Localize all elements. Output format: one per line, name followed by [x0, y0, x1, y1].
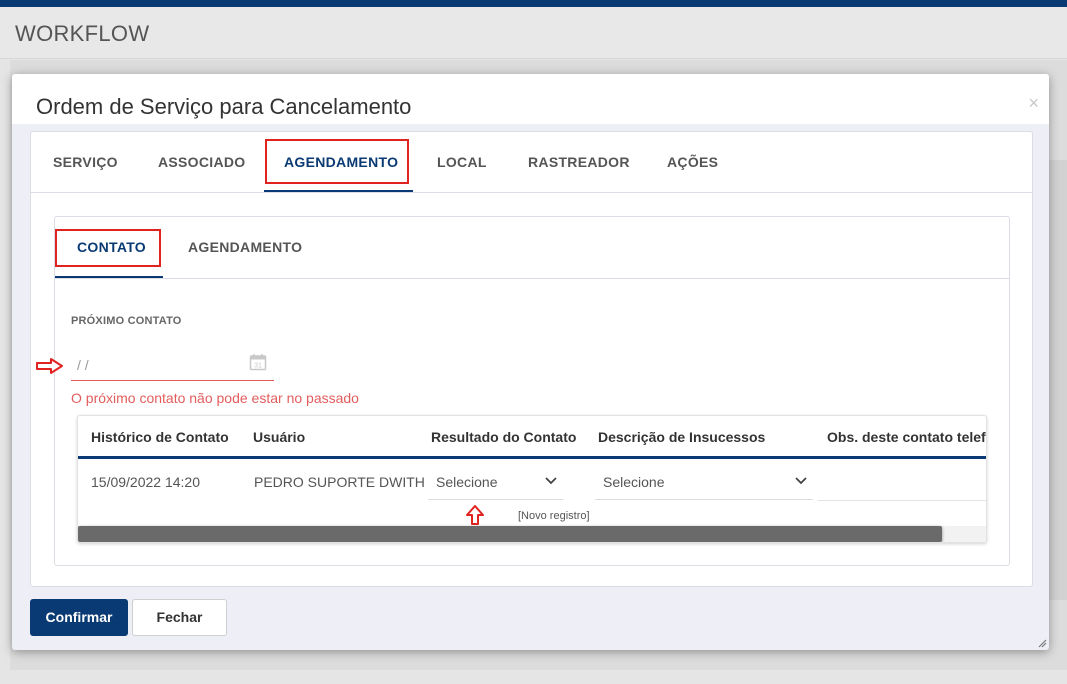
arrow-right-icon [36, 358, 63, 374]
chevron-down-icon [545, 477, 557, 485]
next-contact-date-input[interactable] [71, 350, 274, 381]
row-user: PEDRO SUPORTE DWITH [254, 474, 425, 490]
background-strip [1049, 160, 1067, 600]
column-header-obs: Obs. deste contato telef [827, 429, 986, 445]
confirm-button[interactable]: Confirmar [30, 599, 128, 636]
top-accent-bar [0, 0, 1067, 7]
main-tabs: SERVIÇO ASSOCIADO AGENDAMENTO LOCAL RAST… [31, 132, 1032, 193]
horizontal-scrollbar[interactable] [78, 526, 986, 542]
app-header: WORKFLOW [0, 7, 1067, 59]
highlight-box-contato [55, 229, 161, 267]
contact-history-table: Histórico de Contato Usuário Resultado d… [77, 415, 987, 543]
svg-text:31: 31 [254, 363, 262, 370]
result-select[interactable]: Selecione [428, 462, 563, 500]
calendar-icon[interactable]: 31 [249, 353, 267, 371]
new-record-link[interactable]: [Novo registro] [518, 510, 590, 522]
next-contact-label: PRÓXIMO CONTATO [71, 315, 182, 327]
tab-rastreador[interactable]: RASTREADOR [528, 154, 630, 170]
app-title: WORKFLOW [15, 21, 150, 46]
chevron-down-icon [795, 477, 807, 485]
failure-desc-select-value: Selecione [603, 474, 665, 490]
result-select-value: Selecione [436, 474, 498, 490]
cancellation-modal: Ordem de Serviço para Cancelamento × SER… [12, 74, 1049, 650]
close-icon[interactable]: × [1028, 94, 1039, 112]
failure-desc-select[interactable]: Selecione [595, 462, 813, 500]
arrow-up-icon [466, 505, 484, 525]
obs-cell-divider [818, 500, 986, 501]
row-date: 15/09/2022 14:20 [91, 474, 200, 490]
modal-title: Ordem de Serviço para Cancelamento [36, 94, 412, 119]
subtab-agendamento[interactable]: AGENDAMENTO [188, 239, 302, 255]
column-header-failure-desc: Descrição de Insucessos [598, 429, 766, 445]
column-header-result: Resultado do Contato [431, 429, 577, 445]
close-button[interactable]: Fechar [132, 599, 227, 636]
modal-header: Ordem de Serviço para Cancelamento × [12, 74, 1049, 124]
sub-tabs: CONTATO AGENDAMENTO [55, 217, 1009, 279]
tab-servico[interactable]: SERVIÇO [53, 154, 118, 170]
scrollbar-thumb[interactable] [78, 526, 942, 542]
tab-acoes[interactable]: AÇÕES [667, 154, 718, 170]
active-tab-underline [264, 190, 413, 192]
outer-card: SERVIÇO ASSOCIADO AGENDAMENTO LOCAL RAST… [30, 131, 1033, 587]
contact-card: CONTATO AGENDAMENTO PRÓXIMO CONTATO 31 O… [36, 216, 1010, 566]
tab-associado[interactable]: ASSOCIADO [158, 154, 246, 170]
column-header-user: Usuário [253, 429, 306, 445]
tab-local[interactable]: LOCAL [437, 154, 487, 170]
resize-handle-icon[interactable] [1037, 638, 1047, 648]
next-contact-error: O próximo contato não pode estar no pass… [71, 390, 359, 406]
table-header-divider [78, 456, 986, 459]
active-subtab-underline [55, 276, 163, 278]
highlight-box-agendamento [265, 139, 409, 184]
column-header-history: Histórico de Contato [91, 429, 229, 445]
